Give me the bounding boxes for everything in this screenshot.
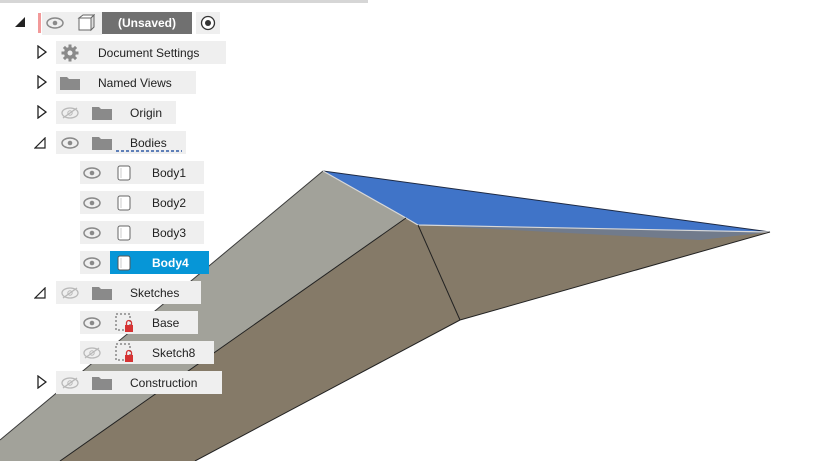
expand-triangle-icon[interactable] xyxy=(36,75,48,89)
eye-hidden-icon[interactable] xyxy=(60,285,80,301)
body-face-right[interactable] xyxy=(418,225,770,320)
eye-icon[interactable] xyxy=(60,136,80,150)
tree-item-label: Body1 xyxy=(152,165,187,180)
root-component-label-chip[interactable]: (Unsaved) xyxy=(102,12,192,34)
eye-icon[interactable] xyxy=(46,16,64,30)
eye-hidden-icon[interactable] xyxy=(82,345,102,361)
body-icon xyxy=(114,193,134,213)
tree-item-label: Named Views xyxy=(98,75,172,90)
body-icon xyxy=(114,163,134,183)
tree-item-label: Sketch8 xyxy=(152,345,196,360)
eye-icon[interactable] xyxy=(82,196,102,210)
tree-item-body2[interactable]: Body2 xyxy=(80,191,204,214)
eye-icon[interactable] xyxy=(82,316,102,330)
eye-icon[interactable] xyxy=(82,166,102,180)
tree-item-label: Origin xyxy=(130,105,163,120)
tree-item-sketches[interactable]: Sketches xyxy=(56,281,201,304)
tree-item-label: Body4 xyxy=(152,255,189,270)
tree-item-construction[interactable]: Construction xyxy=(56,371,222,394)
gear-icon xyxy=(60,43,80,63)
tree-item-label: Base xyxy=(152,315,180,330)
tree-item-bodies[interactable]: Bodies xyxy=(56,131,186,154)
tree-item-label: Sketches xyxy=(130,285,180,300)
radio-activate-icon[interactable] xyxy=(196,12,220,34)
tree-item-origin[interactable]: Origin xyxy=(56,101,176,124)
active-indicator xyxy=(38,13,41,33)
eye-hidden-icon[interactable] xyxy=(60,375,80,391)
tree-item-body1[interactable]: Body1 xyxy=(80,161,204,184)
eye-icon[interactable] xyxy=(82,256,102,270)
folder-icon xyxy=(92,374,112,392)
body-icon xyxy=(114,253,134,273)
collapse-triangle-icon[interactable] xyxy=(34,136,46,150)
tree-item-body3[interactable]: Body3 xyxy=(80,221,204,244)
tree-item-label: Construction xyxy=(130,375,198,390)
tree-item-label: Bodies xyxy=(130,135,167,150)
expand-triangle-icon[interactable] xyxy=(36,105,48,119)
folder-icon xyxy=(92,104,112,122)
sketch-lock-icon xyxy=(114,342,136,364)
expand-triangle-icon[interactable] xyxy=(36,45,48,59)
tree-item-label: Document Settings xyxy=(98,45,200,60)
tree-item-base[interactable]: Base xyxy=(80,311,198,334)
eye-icon[interactable] xyxy=(82,226,102,240)
eye-hidden-icon[interactable] xyxy=(60,105,80,121)
folder-icon xyxy=(92,134,112,152)
expand-triangle-icon[interactable] xyxy=(36,375,48,389)
root-component-label: (Unsaved) xyxy=(117,16,176,30)
collapse-triangle-icon[interactable] xyxy=(34,286,46,300)
component-icon xyxy=(76,13,96,33)
tree-item-body4[interactable]: Body4 xyxy=(110,251,209,274)
browser-tree: (Unsaved) Document Settings Named Views … xyxy=(0,0,260,400)
folder-icon xyxy=(60,74,80,92)
tree-item-document-settings[interactable]: Document Settings xyxy=(56,41,226,64)
tree-item-sketch8[interactable]: Sketch8 xyxy=(80,341,214,364)
sketch-lock-icon xyxy=(114,312,136,334)
body-icon xyxy=(114,223,134,243)
tree-item-label: Body3 xyxy=(152,225,187,240)
tree-item-named-views[interactable]: Named Views xyxy=(56,71,196,94)
tree-item-label: Body2 xyxy=(152,195,187,210)
pending-underline xyxy=(116,150,182,152)
collapse-triangle-icon[interactable] xyxy=(14,15,26,29)
folder-icon xyxy=(92,284,112,302)
